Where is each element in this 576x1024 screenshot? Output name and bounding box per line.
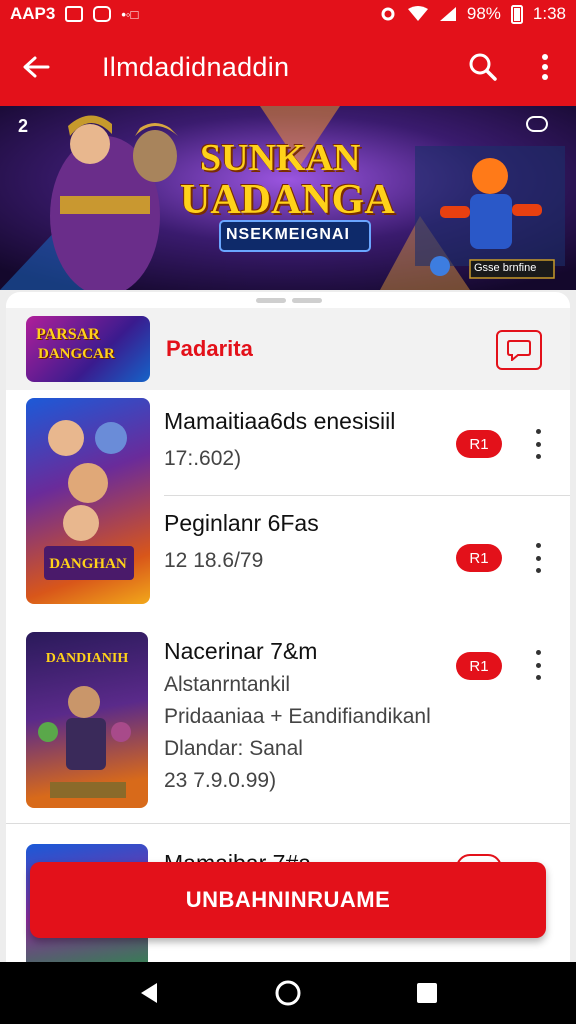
- list-item[interactable]: Peginlanr 6Fas 12 18.6/79 R1: [6, 504, 570, 604]
- more-vert-icon: [542, 54, 548, 80]
- status-bar: AAP3 •◦□ 98% 1:38: [0, 0, 576, 28]
- nav-back-icon[interactable]: [137, 981, 161, 1005]
- featured-thumb-subtitle: DANGCAR: [38, 346, 115, 362]
- app-bar: Ilmdadidnaddin: [0, 28, 576, 106]
- banner-share-icon[interactable]: [526, 116, 548, 132]
- search-button[interactable]: [452, 28, 514, 106]
- item-title: Mamaitiaa6ds enesisiil: [164, 408, 396, 434]
- item-line-5: 23 7.9.0.99): [164, 769, 277, 792]
- gallery-notification-icon: [65, 6, 84, 22]
- battery-percent: 98%: [466, 4, 501, 23]
- item-badge[interactable]: R1: [456, 652, 502, 680]
- banner-headline-2: UADANGA: [180, 177, 395, 223]
- nav-home-icon[interactable]: [274, 979, 302, 1007]
- thumb-title-text: DANDIANIH: [46, 651, 129, 666]
- featured-name: Padarita: [166, 336, 253, 361]
- system-nav-bar: [0, 962, 576, 1024]
- clock: 1:38: [532, 4, 566, 23]
- drag-handle[interactable]: [256, 298, 322, 303]
- item-badge[interactable]: R1: [456, 430, 502, 458]
- page-title: Ilmdadidnaddin: [102, 51, 290, 82]
- item-line-2: Alstanrntankil: [164, 673, 291, 696]
- featured-thumb-title: PARSAR: [36, 326, 100, 343]
- item-more-icon[interactable]: [532, 543, 544, 573]
- item-subtitle: 17:.602): [164, 447, 242, 470]
- overflow-menu-button[interactable]: [514, 28, 576, 106]
- item-more-icon[interactable]: [532, 650, 544, 680]
- item-more-icon[interactable]: [532, 429, 544, 459]
- item-badge[interactable]: R1: [456, 544, 502, 572]
- app-notification-icon: [93, 6, 112, 22]
- featured-game-row[interactable]: PARSAR DANGCAR Padarita: [6, 308, 570, 390]
- banner-headline-1: SUNKAN: [200, 137, 361, 179]
- signal-icon: [439, 7, 456, 21]
- settings-icon: [381, 7, 395, 21]
- divider: [6, 823, 570, 824]
- item-line-3: Pridaaniaa + Eandifiandikanl: [164, 705, 431, 728]
- item-title: Peginlanr 6Fas: [164, 510, 319, 536]
- arrow-left-icon: [23, 56, 50, 78]
- banner-subtitle: NSEKMEIGNAI: [226, 226, 350, 243]
- primary-cta-button[interactable]: UNBAHNINRUAME: [30, 862, 546, 938]
- banner-bottom-label: Gsse brnfine: [474, 262, 537, 274]
- item-title: Nacerinar 7&m: [164, 638, 318, 664]
- item-subtitle: 12 18.6/79: [164, 549, 264, 572]
- hero-banner[interactable]: 2 SUNKAN UADANGA NSEKMEIGNAI Gsse brnfin…: [0, 106, 576, 290]
- more-notifications-icon: •◦□: [121, 6, 139, 22]
- battery-icon: [510, 5, 523, 24]
- status-carrier-text: AAP3: [10, 4, 56, 23]
- back-button[interactable]: [0, 28, 72, 106]
- chat-icon: [507, 340, 531, 361]
- featured-action-button[interactable]: [496, 330, 542, 370]
- featured-thumbnail: PARSAR DANGCAR: [26, 316, 150, 382]
- list-item[interactable]: DANDIANIH Nacerinar 7&m Alstanrntankil P…: [6, 632, 570, 814]
- divider: [164, 495, 570, 496]
- item-line-4: Dlandar: Sanal: [164, 737, 303, 760]
- search-icon: [469, 53, 497, 81]
- wifi-icon: [407, 6, 428, 21]
- banner-corner-label: 2: [18, 116, 29, 136]
- game-thumbnail: DANDIANIH: [26, 632, 148, 808]
- nav-recents-icon[interactable]: [415, 981, 439, 1005]
